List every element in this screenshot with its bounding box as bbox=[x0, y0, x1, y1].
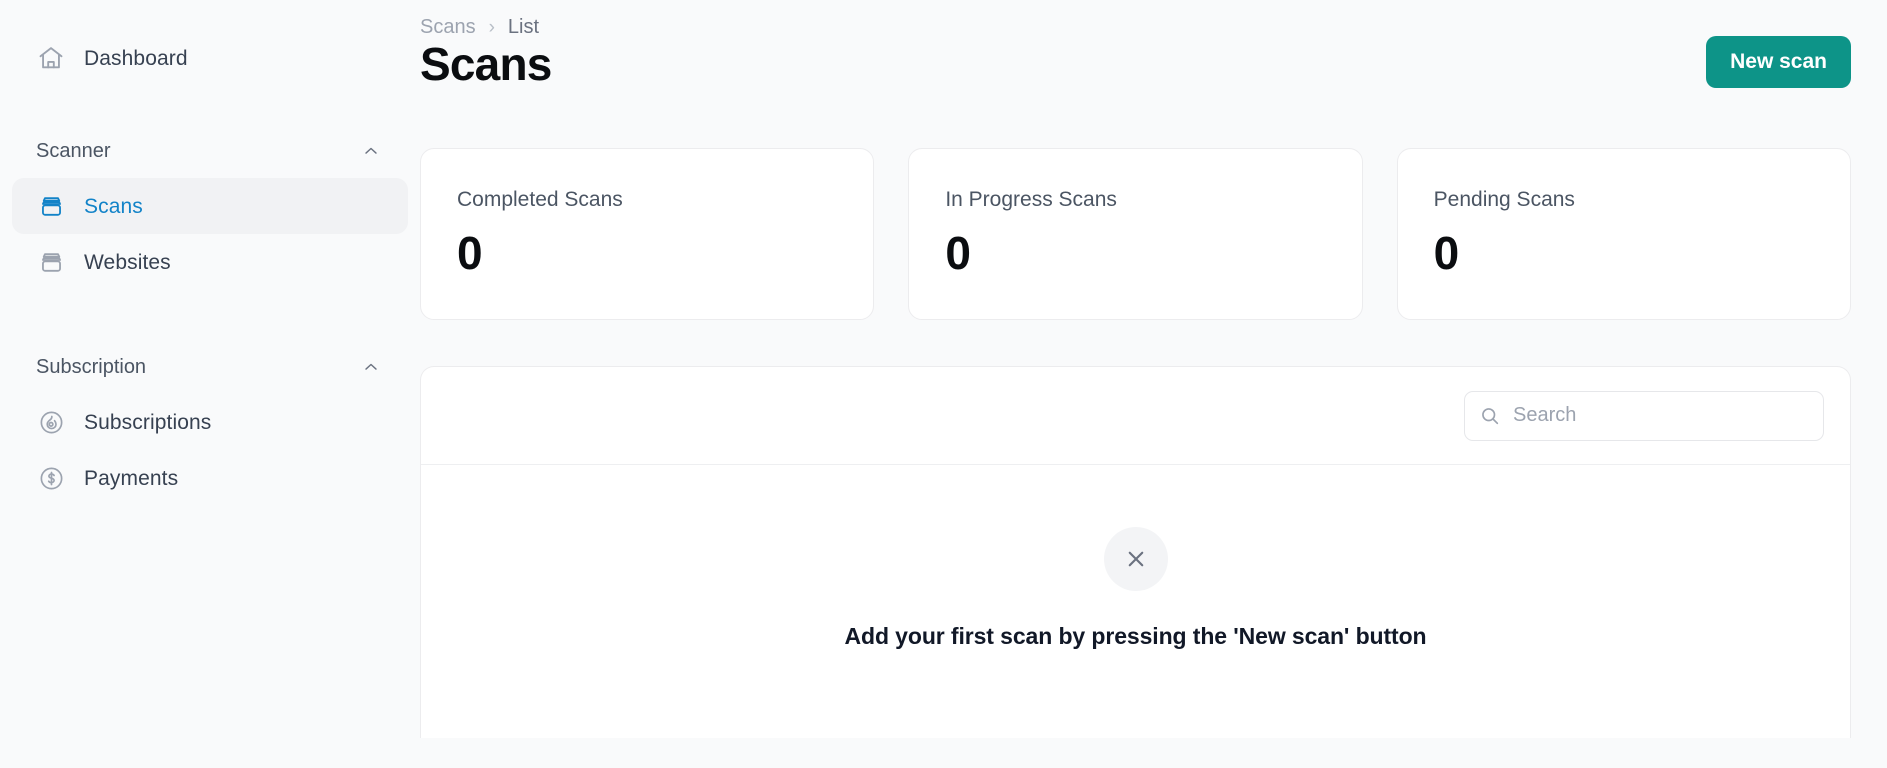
stat-card-label: In Progress Scans bbox=[945, 188, 1117, 211]
sidebar-group-scanner[interactable]: Scanner bbox=[12, 130, 408, 172]
sidebar-top-section: Dashboard bbox=[0, 0, 420, 86]
stat-card-value: 0 bbox=[1433, 227, 1460, 279]
page-header: Scans New scan bbox=[420, 36, 1851, 110]
sidebar-item-label: Scans bbox=[84, 194, 143, 218]
sidebar-item-scans[interactable]: Scans bbox=[12, 178, 408, 234]
breadcrumb-parent[interactable]: Scans bbox=[420, 16, 476, 39]
chevron-up-icon[interactable] bbox=[360, 140, 382, 162]
stats-row: Completed Scans 0 In Progress Scans 0 Pe… bbox=[420, 148, 1851, 320]
stat-card-completed-scans: Completed Scans 0 bbox=[420, 148, 875, 320]
stat-card-label: Pending Scans bbox=[1433, 188, 1575, 211]
sidebar-item-label: Subscriptions bbox=[84, 410, 212, 434]
sidebar-item-label: Dashboard bbox=[84, 46, 188, 70]
app-root: Dashboard Scanner Scans Websites Subscri… bbox=[0, 0, 1887, 768]
breadcrumb: Scans › List bbox=[420, 0, 1851, 38]
stat-card-value: 0 bbox=[457, 227, 483, 279]
sidebar-item-label: Payments bbox=[84, 466, 179, 490]
page-title: Scans bbox=[420, 38, 552, 90]
table-toolbar bbox=[421, 367, 1850, 465]
close-x-icon bbox=[1103, 527, 1168, 591]
sidebar-item-label: Websites bbox=[84, 250, 171, 274]
dollar-circle-icon bbox=[36, 463, 66, 493]
sidebar-item-dashboard[interactable]: Dashboard bbox=[12, 30, 408, 86]
flame-circle-icon bbox=[36, 407, 66, 437]
archive-box-icon bbox=[36, 247, 66, 277]
breadcrumb-current: List bbox=[507, 15, 540, 38]
stat-card-in-progress-scans: In Progress Scans 0 bbox=[908, 148, 1363, 320]
sidebar-item-websites[interactable]: Websites bbox=[12, 234, 408, 290]
search-input[interactable] bbox=[1464, 390, 1824, 441]
new-scan-button[interactable]: New scan bbox=[1706, 36, 1851, 88]
archive-box-icon bbox=[36, 191, 66, 221]
search-box bbox=[1464, 390, 1824, 441]
stat-card-pending-scans: Pending Scans 0 bbox=[1396, 148, 1851, 320]
sidebar: Dashboard Scanner Scans Websites Subscri… bbox=[0, 0, 420, 768]
empty-state: Add your first scan by pressing the 'New… bbox=[421, 465, 1850, 738]
sidebar-group-title: Subscription bbox=[36, 355, 147, 378]
stat-card-label: Completed Scans bbox=[457, 188, 623, 211]
chevron-right-icon: › bbox=[488, 16, 495, 38]
sidebar-group-subscription[interactable]: Subscription bbox=[12, 346, 408, 388]
sidebar-group-title: Scanner bbox=[36, 139, 111, 162]
home-icon bbox=[36, 43, 66, 73]
chevron-up-icon[interactable] bbox=[360, 356, 382, 378]
sidebar-item-subscriptions[interactable]: Subscriptions bbox=[12, 394, 408, 450]
sidebar-item-payments[interactable]: Payments bbox=[12, 450, 408, 506]
stat-card-value: 0 bbox=[945, 227, 971, 279]
scans-table-panel: Add your first scan by pressing the 'New… bbox=[420, 366, 1851, 738]
main-content: Scans › List Scans New scan Completed Sc… bbox=[420, 0, 1887, 768]
empty-state-message: Add your first scan by pressing the 'New… bbox=[844, 623, 1427, 649]
